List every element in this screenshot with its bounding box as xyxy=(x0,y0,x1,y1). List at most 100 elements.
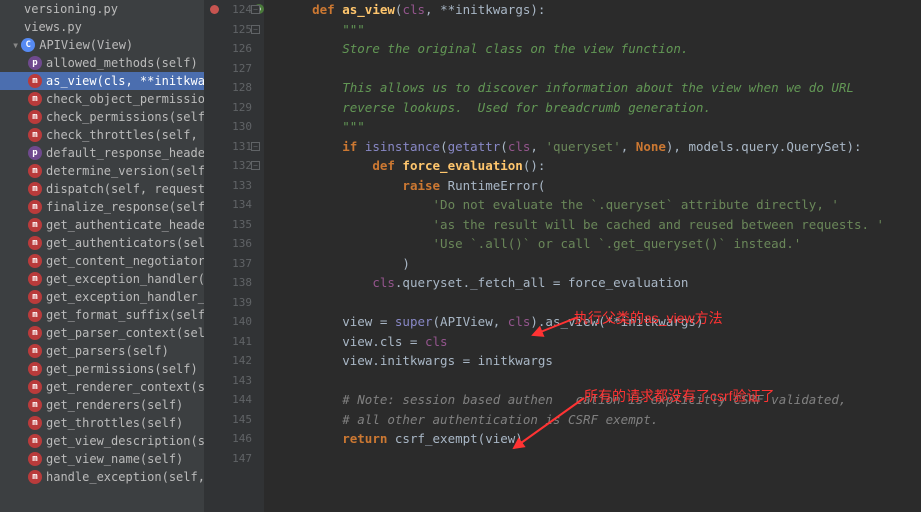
fold-icon[interactable]: − xyxy=(251,5,260,14)
line-number[interactable]: 147 xyxy=(204,449,252,469)
structure-member[interactable]: m get_parser_context(self, h xyxy=(0,324,204,342)
code-editor[interactable]: 124o−125−126127128129130131−132−13313413… xyxy=(204,0,921,512)
class-icon: C xyxy=(21,38,35,52)
code-line[interactable]: 'as the result will be cached and reused… xyxy=(282,215,921,235)
line-number[interactable]: 143 xyxy=(204,371,252,391)
class-node[interactable]: ▾ C APIView(View) xyxy=(0,36,204,54)
code-line[interactable]: reverse lookups. Used for breadcrumb gen… xyxy=(282,98,921,118)
method-icon: m xyxy=(28,74,42,88)
structure-member[interactable]: mcheck_object_permissions xyxy=(0,90,204,108)
member-label: get_parsers(self) xyxy=(46,344,169,358)
code-line[interactable] xyxy=(282,293,921,313)
structure-member[interactable]: mget_authenticate_header(s xyxy=(0,216,204,234)
code-line[interactable]: This allows us to discover information a… xyxy=(282,78,921,98)
method-icon: m xyxy=(28,128,42,142)
code-line[interactable]: # all other authentication is CSRF exemp… xyxy=(282,410,921,430)
class-label: APIView(View) xyxy=(39,38,133,52)
structure-member[interactable]: mget_authenticators(self) xyxy=(0,234,204,252)
code-line[interactable]: """ xyxy=(282,20,921,40)
method-icon: m xyxy=(28,326,42,340)
member-label: get_content_negotiator(se xyxy=(46,254,204,268)
line-number[interactable]: 146 xyxy=(204,429,252,449)
line-number[interactable]: 136 xyxy=(204,234,252,254)
code-line[interactable]: 'Use `.all()` or call `.get_queryset()` … xyxy=(282,234,921,254)
structure-member[interactable]: m get_parsers(self) xyxy=(0,342,204,360)
breakpoint-icon[interactable] xyxy=(210,5,219,14)
member-label: get_parser_context(self, h xyxy=(46,326,204,340)
code-line[interactable]: view.cls = cls xyxy=(282,332,921,352)
line-number[interactable]: 130 xyxy=(204,117,252,137)
line-number[interactable]: 134 xyxy=(204,195,252,215)
line-number[interactable]: 138 xyxy=(204,273,252,293)
method-icon: m xyxy=(28,290,42,304)
gutter[interactable]: 124o−125−126127128129130131−132−13313413… xyxy=(204,0,264,512)
line-number[interactable]: 139 xyxy=(204,293,252,313)
code-line[interactable]: 'Do not evaluate the `.queryset` attribu… xyxy=(282,195,921,215)
structure-member[interactable]: mget_permissions(self) xyxy=(0,360,204,378)
method-icon: m xyxy=(28,344,42,358)
fold-icon[interactable]: − xyxy=(251,25,260,34)
structure-member[interactable]: pdefault_response_headers xyxy=(0,144,204,162)
line-number[interactable]: 129 xyxy=(204,98,252,118)
line-number[interactable]: 142 xyxy=(204,351,252,371)
structure-member[interactable]: pallowed_methods(self) xyxy=(0,54,204,72)
member-label: get_exception_handler_co xyxy=(46,290,204,304)
line-number[interactable]: 141 xyxy=(204,332,252,352)
code-line[interactable]: view.initkwargs = initkwargs xyxy=(282,351,921,371)
code-line[interactable]: def as_view(cls, **initkwargs): xyxy=(282,0,921,20)
structure-member[interactable]: mget_renderers(self) xyxy=(0,396,204,414)
line-number[interactable]: 128 xyxy=(204,78,252,98)
method-icon: m xyxy=(28,362,42,376)
code-line[interactable]: cls.queryset._fetch_all = force_evaluati… xyxy=(282,273,921,293)
code-line[interactable]: ) xyxy=(282,254,921,274)
code-line[interactable]: raise RuntimeError( xyxy=(282,176,921,196)
fold-icon[interactable]: − xyxy=(251,161,260,170)
member-label: get_renderer_context(self xyxy=(46,380,204,394)
code-line[interactable] xyxy=(282,59,921,79)
code-line[interactable]: Store the original class on the view fun… xyxy=(282,39,921,59)
code-line[interactable]: return csrf_exempt(view) xyxy=(282,429,921,449)
line-number[interactable]: 145 xyxy=(204,410,252,430)
code-line[interactable]: """ xyxy=(282,117,921,137)
code-line[interactable] xyxy=(282,371,921,391)
fold-icon[interactable]: − xyxy=(251,142,260,151)
code-line[interactable]: if isinstance(getattr(cls, 'queryset', N… xyxy=(282,137,921,157)
member-label: dispatch(self, request, *ar xyxy=(46,182,204,196)
code-line[interactable] xyxy=(282,449,921,469)
line-number[interactable]: 137 xyxy=(204,254,252,274)
structure-member[interactable]: mas_view(cls, **initkwargs) xyxy=(0,72,204,90)
structure-member[interactable]: mget_exception_handler(sel xyxy=(0,270,204,288)
member-label: get_renderers(self) xyxy=(46,398,183,412)
line-number[interactable]: 124o− xyxy=(204,0,252,20)
structure-member[interactable]: mget_throttles(self) xyxy=(0,414,204,432)
structure-member[interactable]: mget_view_name(self) xyxy=(0,450,204,468)
line-number[interactable]: 133 xyxy=(204,176,252,196)
structure-member[interactable]: mdetermine_version(self, re xyxy=(0,162,204,180)
line-number[interactable]: 127 xyxy=(204,59,252,79)
code-line[interactable]: # Note: session based authen cation is e… xyxy=(282,390,921,410)
line-number[interactable]: 131− xyxy=(204,137,252,157)
structure-member[interactable]: mget_view_description(self, xyxy=(0,432,204,450)
member-label: get_throttles(self) xyxy=(46,416,183,430)
line-number[interactable]: 126 xyxy=(204,39,252,59)
code-line[interactable]: view = super(APIView, cls).as_view(**ini… xyxy=(282,312,921,332)
structure-member[interactable]: mcheck_permissions(self, re xyxy=(0,108,204,126)
structure-member[interactable]: mget_renderer_context(self xyxy=(0,378,204,396)
line-number[interactable]: 125− xyxy=(204,20,252,40)
structure-member[interactable]: m get_exception_handler_co xyxy=(0,288,204,306)
line-number[interactable]: 132− xyxy=(204,156,252,176)
structure-member[interactable]: mget_format_suffix(self, **k xyxy=(0,306,204,324)
structure-member[interactable]: mget_content_negotiator(se xyxy=(0,252,204,270)
structure-member[interactable]: mhandle_exception(self, exc xyxy=(0,468,204,486)
line-number[interactable]: 135 xyxy=(204,215,252,235)
file-item[interactable]: views.py xyxy=(0,18,204,36)
file-item[interactable]: versioning.py xyxy=(0,0,204,18)
structure-member[interactable]: mcheck_throttles(self, requ xyxy=(0,126,204,144)
structure-member[interactable]: mdispatch(self, request, *ar xyxy=(0,180,204,198)
structure-member[interactable]: mfinalize_response(self, re xyxy=(0,198,204,216)
line-number[interactable]: 144 xyxy=(204,390,252,410)
prop-icon: p xyxy=(28,56,42,70)
code-line[interactable]: def force_evaluation(): xyxy=(282,156,921,176)
line-number[interactable]: 140 xyxy=(204,312,252,332)
code-area[interactable]: 执行父类的as_view方法 所有的请求都没有了csrf验证了 def as_v… xyxy=(264,0,921,512)
